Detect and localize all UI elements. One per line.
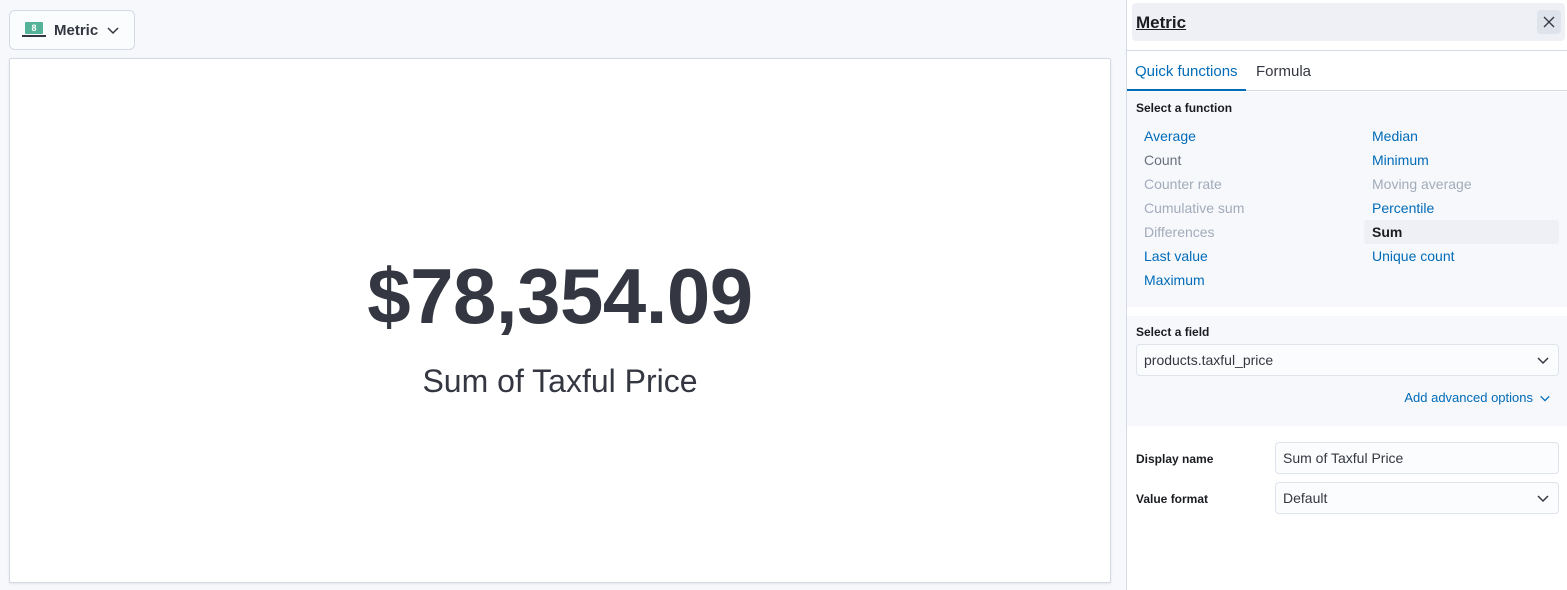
lens-editor: 8 Metric $78,354.09 Sum of Taxful Price … [0,0,1567,590]
metric-label: Sum of Taxful Price [422,363,698,399]
visualization-type-switcher[interactable]: 8 Metric [9,10,135,50]
function-moving-average: Moving average [1372,176,1472,192]
value-format-label: Value format [1136,492,1209,506]
metric-value: $78,354.09 [367,252,753,340]
flyout-title: Metric [1136,13,1187,32]
add-advanced-options-link[interactable]: Add advanced options [1404,390,1551,405]
function-count[interactable]: Count [1136,148,1181,172]
advanced-options-label: Add advanced options [1404,390,1533,405]
visualization-type-label: Metric [54,21,99,39]
function-unique-count[interactable]: Unique count [1364,244,1455,268]
display-name-label: Display name [1136,452,1214,466]
metric-visualization-panel: $78,354.09 Sum of Taxful Price [9,58,1111,583]
function-maximum[interactable]: Maximum [1136,268,1205,292]
close-icon [1543,16,1555,28]
tab-formula[interactable]: Formula [1248,56,1319,91]
chevron-down-icon [1539,392,1551,404]
close-button[interactable] [1537,10,1561,34]
function-average[interactable]: Average [1136,124,1196,148]
function-selector: Select a function Average Count Counter … [1127,92,1567,307]
metric-icon-digit: 8 [25,22,43,34]
chevron-down-icon [106,23,120,37]
value-format-value: Default [1283,490,1328,506]
value-format-select[interactable]: Default [1275,482,1559,514]
function-counter-rate: Counter rate [1144,176,1222,192]
function-sum[interactable]: Sum [1364,220,1559,244]
field-selector: Select a field products.taxful_price Add… [1127,316,1567,426]
metric-chart-icon: 8 [22,22,46,38]
function-minimum[interactable]: Minimum [1364,148,1429,172]
function-percentile[interactable]: Percentile [1364,196,1434,220]
function-differences: Differences [1144,224,1215,240]
chevron-down-icon [1536,491,1550,505]
function-last-value[interactable]: Last value [1136,244,1208,268]
chevron-down-icon [1536,353,1550,367]
function-tabs: Quick functions Formula [1127,56,1567,91]
field-select[interactable]: products.taxful_price [1136,344,1559,376]
select-field-label: Select a field [1136,325,1210,339]
field-select-value: products.taxful_price [1144,352,1274,368]
function-median[interactable]: Median [1364,124,1418,148]
display-name-input[interactable] [1275,442,1559,474]
flyout-header: Metric [1132,3,1565,41]
tab-quick-functions[interactable]: Quick functions [1127,56,1246,91]
dimension-editor-flyout: Metric Quick functions Formula Select a … [1126,0,1567,590]
header-divider [1127,50,1567,51]
function-cumulative-sum: Cumulative sum [1144,200,1245,216]
select-function-label: Select a function [1136,101,1233,115]
